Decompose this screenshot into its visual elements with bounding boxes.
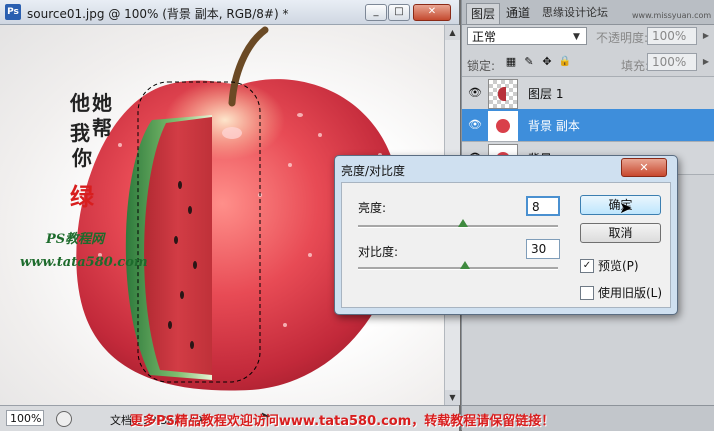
- calligraphy-char: 我: [70, 121, 90, 145]
- lock-all-icon[interactable]: 🔒: [558, 55, 572, 69]
- dialog-close-button[interactable]: ✕: [621, 158, 667, 177]
- brightness-slider-thumb[interactable]: [458, 219, 469, 227]
- tab-channels[interactable]: 通道: [502, 3, 534, 23]
- fill-field[interactable]: 100%: [647, 53, 697, 71]
- legacy-label[interactable]: 使用旧版(L): [598, 284, 662, 301]
- site-name-watermark: PS教程网: [45, 231, 106, 247]
- brightness-label: 亮度:: [358, 201, 387, 215]
- status-info-icon[interactable]: [56, 411, 72, 427]
- contrast-slider-track[interactable]: [358, 267, 558, 270]
- opacity-label: 不透明度:: [596, 31, 649, 45]
- calligraphy-char: 他: [69, 91, 90, 115]
- calligraphy-char: 她: [92, 91, 112, 115]
- calligraphy-char: 帮: [92, 116, 112, 140]
- blend-mode-select[interactable]: 正常: [467, 27, 587, 45]
- tab-forum[interactable]: 思缘设计论坛: [538, 3, 612, 23]
- dialog-title: 亮度/对比度: [341, 164, 406, 178]
- scroll-down-arrow-icon[interactable]: ▼: [445, 390, 460, 405]
- preview-label[interactable]: 预览(P): [598, 257, 639, 274]
- layer-name: 图层 1: [528, 87, 564, 101]
- fill-arrow-icon[interactable]: ▶: [700, 54, 712, 70]
- layer-row[interactable]: 👁 图层 1: [462, 76, 714, 110]
- chevron-down-icon[interactable]: ▼: [573, 32, 580, 42]
- eye-icon[interactable]: 👁: [468, 119, 482, 131]
- minimize-button[interactable]: _: [365, 4, 387, 21]
- brightness-contrast-dialog: 亮度/对比度 ✕ 亮度: 8 对比度: 30 确定 取消 ✓ 预览(P) 使用旧…: [334, 155, 678, 315]
- calligraphy-seal: 绿: [70, 182, 95, 211]
- document-title-bar[interactable]: Ps source01.jpg @ 100% (背景 副本, RGB/8#) *…: [0, 0, 459, 25]
- layer-row-selected[interactable]: 👁 背景 副本: [462, 109, 714, 142]
- opacity-field[interactable]: 100%: [647, 27, 697, 45]
- mouse-cursor-icon: ➤: [619, 198, 633, 217]
- panel-tab-bar: 图层 通道 思缘设计论坛 www.missyuan.com: [462, 0, 714, 25]
- opacity-arrow-icon[interactable]: ▶: [700, 28, 712, 44]
- contrast-slider-thumb[interactable]: [459, 261, 470, 269]
- lock-position-icon[interactable]: ✥: [540, 55, 554, 69]
- calligraphy-char: 你: [71, 146, 92, 170]
- zoom-level-field[interactable]: 100%: [6, 410, 44, 426]
- lock-pixels-icon[interactable]: ✎: [522, 55, 536, 69]
- tab-layers[interactable]: 图层: [466, 3, 501, 24]
- fill-label: 填充:: [621, 59, 650, 73]
- lock-label: 锁定:: [467, 59, 496, 73]
- document-title: source01.jpg @ 100% (背景 副本, RGB/8#) *: [27, 7, 289, 21]
- watermark-url: www.missyuan.com: [632, 11, 712, 20]
- photoshop-app-icon: Ps: [5, 4, 21, 20]
- cancel-button[interactable]: 取消: [580, 223, 661, 243]
- contrast-label: 对比度:: [358, 245, 399, 259]
- lock-transparency-icon[interactable]: ▦: [504, 55, 518, 69]
- layer-name: 背景 副本: [528, 119, 580, 133]
- maximize-button[interactable]: □: [388, 4, 410, 21]
- preview-checkbox[interactable]: ✓: [580, 259, 594, 273]
- close-window-button[interactable]: ✕: [413, 4, 451, 21]
- contrast-input[interactable]: 30: [526, 239, 560, 259]
- brightness-input[interactable]: 8: [526, 196, 560, 216]
- site-url-watermark: www.tata580.com: [20, 255, 148, 270]
- layer-thumbnail: [488, 79, 518, 109]
- footer-watermark: 更多PS精品教程欢迎访问www.tata580.com，转载教程请保留链接！: [130, 414, 555, 429]
- eye-icon[interactable]: 👁: [468, 87, 482, 99]
- scroll-up-arrow-icon[interactable]: ▲: [445, 25, 460, 40]
- legacy-checkbox[interactable]: [580, 286, 594, 300]
- layer-thumbnail: [488, 111, 518, 141]
